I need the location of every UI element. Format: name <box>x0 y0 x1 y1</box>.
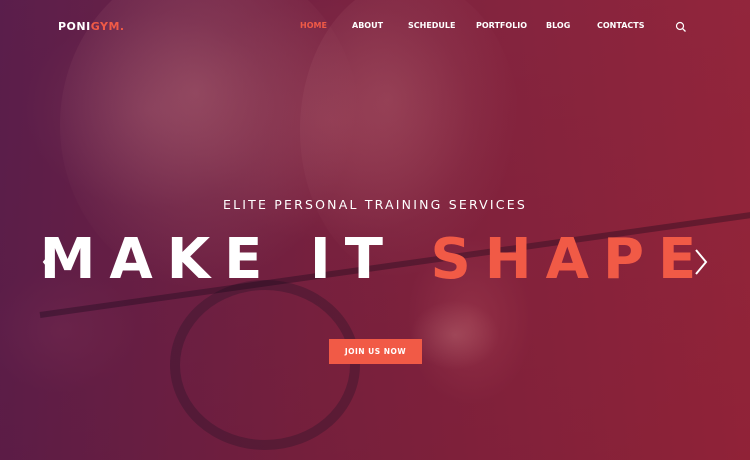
nav-item-home[interactable]: HOME <box>300 21 327 30</box>
brand-logo[interactable]: PONIGYM. <box>58 20 125 33</box>
headline-main: MAKE IT <box>39 227 397 292</box>
hero-headline: MAKE IT SHAPE <box>0 232 750 288</box>
brand-name-main: PONI <box>58 20 91 33</box>
brand-name-accent: GYM. <box>90 20 125 33</box>
headline-accent: SHAPE <box>430 227 711 292</box>
nav-item-contacts[interactable]: CONTACTS <box>597 21 644 30</box>
search-icon[interactable] <box>675 20 687 32</box>
nav-item-schedule[interactable]: SCHEDULE <box>408 21 456 30</box>
hero-image-weight-plate <box>170 280 360 450</box>
nav-item-about[interactable]: ABOUT <box>352 21 383 30</box>
hero-image-hand <box>410 300 500 370</box>
nav-item-portfolio[interactable]: PORTFOLIO <box>476 21 527 30</box>
nav-item-blog[interactable]: BLOG <box>546 21 570 30</box>
join-us-button[interactable]: JOIN US NOW <box>329 339 422 364</box>
hero-subtitle: ELITE PERSONAL TRAINING SERVICES <box>223 197 527 212</box>
